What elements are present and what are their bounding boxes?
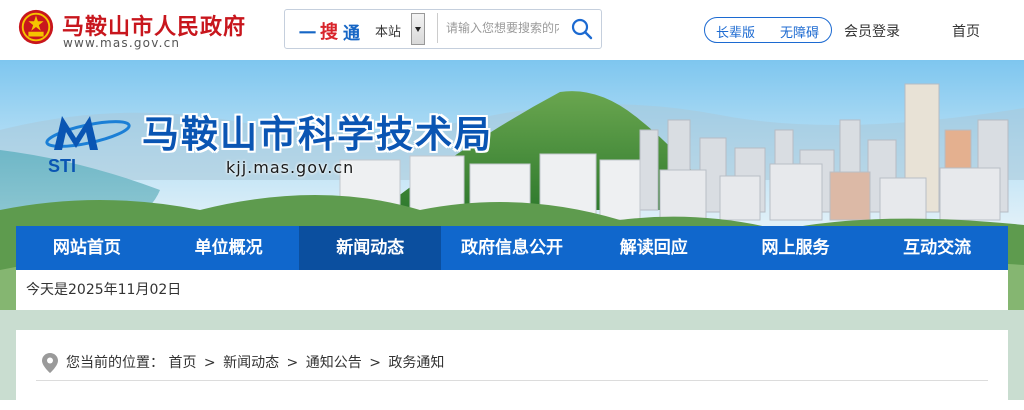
content-panel: 您当前的位置： 首页 > 新闻动态 > 通知公告 > 政务通知 bbox=[16, 330, 1008, 410]
sti-logo-icon: STI bbox=[45, 116, 131, 176]
elder-accessibility-switch: 长辈版 无障碍 bbox=[704, 17, 832, 43]
nav-item-online-services[interactable]: 网上服务 bbox=[725, 226, 867, 270]
search-scope-select[interactable]: 本站 bbox=[375, 21, 401, 40]
search-brand-sou: 搜 bbox=[320, 22, 338, 43]
search-box: 一 搜 通 本站 bbox=[284, 9, 602, 49]
breadcrumb: 您当前的位置： 首页 > 新闻动态 > 通知公告 > 政务通知 bbox=[66, 352, 444, 372]
accessibility-link[interactable]: 无障碍 bbox=[780, 22, 819, 41]
search-brand-yi: 一 bbox=[299, 24, 316, 44]
home-link[interactable]: 首页 bbox=[952, 21, 980, 41]
nav-item-interaction[interactable]: 互动交流 bbox=[866, 226, 1008, 270]
nav-item-home[interactable]: 网站首页 bbox=[16, 226, 158, 270]
site-url: kjj.mas.gov.cn bbox=[226, 158, 355, 177]
nav-item-news[interactable]: 新闻动态 bbox=[299, 226, 442, 270]
search-input[interactable] bbox=[437, 13, 561, 43]
search-brand-tong: 通 bbox=[343, 24, 360, 44]
location-pin-icon bbox=[42, 353, 58, 373]
breadcrumb-separator: > bbox=[369, 355, 381, 371]
breadcrumb-home[interactable]: 首页 bbox=[168, 355, 196, 371]
nav-item-gov-info[interactable]: 政府信息公开 bbox=[441, 226, 583, 270]
member-login-link[interactable]: 会员登录 bbox=[844, 21, 900, 41]
divider bbox=[36, 380, 988, 381]
nav-item-overview[interactable]: 单位概况 bbox=[158, 226, 300, 270]
breadcrumb-news[interactable]: 新闻动态 bbox=[223, 355, 279, 371]
gov-site-url: www.mas.gov.cn bbox=[63, 36, 181, 50]
sti-logo-text: STI bbox=[48, 156, 76, 176]
current-date: 今天是2025年11月02日 bbox=[26, 282, 182, 298]
date-bar: 今天是2025年11月02日 bbox=[16, 270, 1008, 310]
breadcrumb-notices[interactable]: 通知公告 bbox=[306, 355, 362, 371]
national-emblem-icon bbox=[18, 9, 54, 45]
search-icon[interactable] bbox=[571, 18, 593, 40]
breadcrumb-separator: > bbox=[203, 355, 216, 371]
chevron-down-icon[interactable] bbox=[411, 13, 425, 45]
breadcrumb-prefix: 您当前的位置： bbox=[66, 355, 164, 371]
nav-item-interpretation[interactable]: 解读回应 bbox=[583, 226, 725, 270]
breadcrumb-gov-notice[interactable]: 政务通知 bbox=[388, 355, 444, 371]
breadcrumb-separator: > bbox=[286, 355, 299, 371]
site-title[interactable]: 马鞍山市科学技术局 bbox=[142, 104, 493, 158]
elder-mode-link[interactable]: 长辈版 bbox=[716, 22, 755, 41]
main-nav: 网站首页 单位概况 新闻动态 政府信息公开 解读回应 网上服务 互动交流 bbox=[16, 226, 1008, 270]
top-bar: 马鞍山市人民政府 www.mas.gov.cn 一 搜 通 本站 长辈版 无障碍… bbox=[0, 0, 1024, 60]
